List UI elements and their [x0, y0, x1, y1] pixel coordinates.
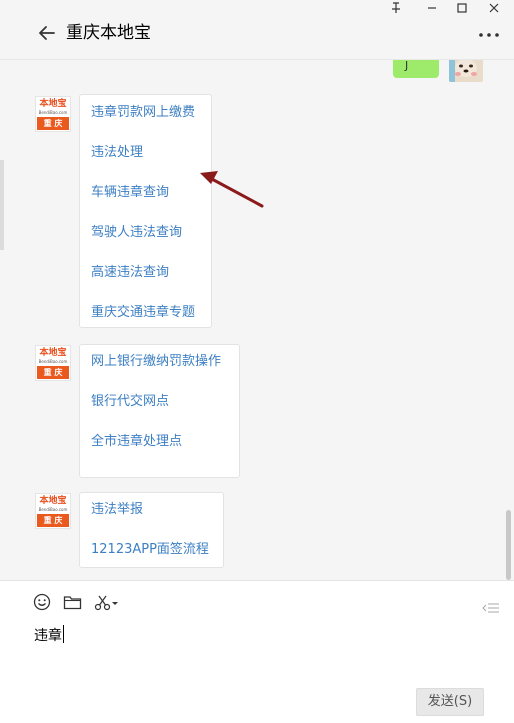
menu-link[interactable]: 全市违章处理点: [91, 433, 182, 451]
menu-link[interactable]: 车辆违章查询: [91, 184, 169, 202]
pin-icon[interactable]: [384, 2, 408, 18]
menu-card-3: 违法举报 12123APP面签流程: [79, 492, 224, 568]
message-composer[interactable]: 违章 发送(S): [0, 580, 514, 723]
menu-link[interactable]: 银行代交网点: [91, 393, 169, 411]
emoji-icon[interactable]: [33, 593, 51, 613]
left-edge-scrollbar: [0, 160, 4, 250]
menu-card-1: 违章罚款网上缴费 违法处理 车辆违章查询 驾驶人违法查询 高速违法查询 重庆交通…: [79, 94, 212, 328]
title-bar: 重庆本地宝: [0, 0, 514, 60]
my-message-bubble[interactable]: J: [393, 60, 439, 78]
logo-site: BendiBao.com: [38, 359, 68, 364]
message-input[interactable]: 违章: [34, 625, 64, 646]
menu-link[interactable]: 高速违法查询: [91, 264, 169, 282]
logo-text: 本地宝: [39, 348, 67, 358]
my-message-text: J: [405, 60, 409, 72]
more-icon[interactable]: [478, 30, 500, 40]
official-account-avatar[interactable]: 本地宝 BendiBao.com 重 庆: [35, 96, 71, 132]
menu-link[interactable]: 12123APP面签流程: [91, 541, 209, 559]
maximize-icon[interactable]: [450, 2, 474, 18]
close-icon[interactable]: [482, 2, 506, 18]
text-caret: [63, 625, 64, 643]
official-account-avatar[interactable]: 本地宝 BendiBao.com 重 庆: [35, 345, 71, 381]
logo-text: 本地宝: [39, 99, 67, 109]
chat-scrollbar[interactable]: [506, 510, 511, 580]
folder-icon[interactable]: [63, 593, 82, 613]
back-arrow-icon[interactable]: [36, 22, 58, 44]
message-input-value: 违章: [34, 628, 62, 644]
menu-link[interactable]: 网上银行缴纳罚款操作: [91, 353, 221, 371]
menu-link[interactable]: 违法处理: [91, 144, 143, 162]
red-arrow-pointer: [200, 171, 264, 208]
logo-site: BendiBao.com: [38, 507, 68, 512]
menu-link[interactable]: 违法举报: [91, 501, 143, 519]
official-account-avatar[interactable]: 本地宝 BendiBao.com 重 庆: [35, 493, 71, 529]
menu-card-2: 网上银行缴纳罚款操作 银行代交网点 全市违章处理点: [79, 344, 240, 478]
menu-link[interactable]: 违章罚款网上缴费: [91, 104, 195, 122]
menu-link[interactable]: 重庆交通违章专题: [91, 304, 195, 322]
chat-area[interactable]: J 本地宝 BendiBao.com 重 庆 违章罚款网上缴费 违法处理 车辆违…: [0, 60, 514, 580]
send-button[interactable]: 发送(S): [416, 688, 484, 716]
logo-city: 重 庆: [37, 117, 69, 130]
menu-link[interactable]: 驾驶人违法查询: [91, 224, 182, 242]
logo-city: 重 庆: [37, 366, 69, 379]
user-avatar[interactable]: [449, 60, 483, 82]
logo-site: BendiBao.com: [38, 110, 68, 115]
logo-text: 本地宝: [39, 496, 67, 506]
minimize-icon[interactable]: [420, 2, 444, 18]
chat-title: 重庆本地宝: [66, 23, 151, 43]
scissors-icon[interactable]: [94, 593, 120, 613]
chat-history-icon[interactable]: [482, 599, 500, 613]
logo-city: 重 庆: [37, 514, 69, 527]
